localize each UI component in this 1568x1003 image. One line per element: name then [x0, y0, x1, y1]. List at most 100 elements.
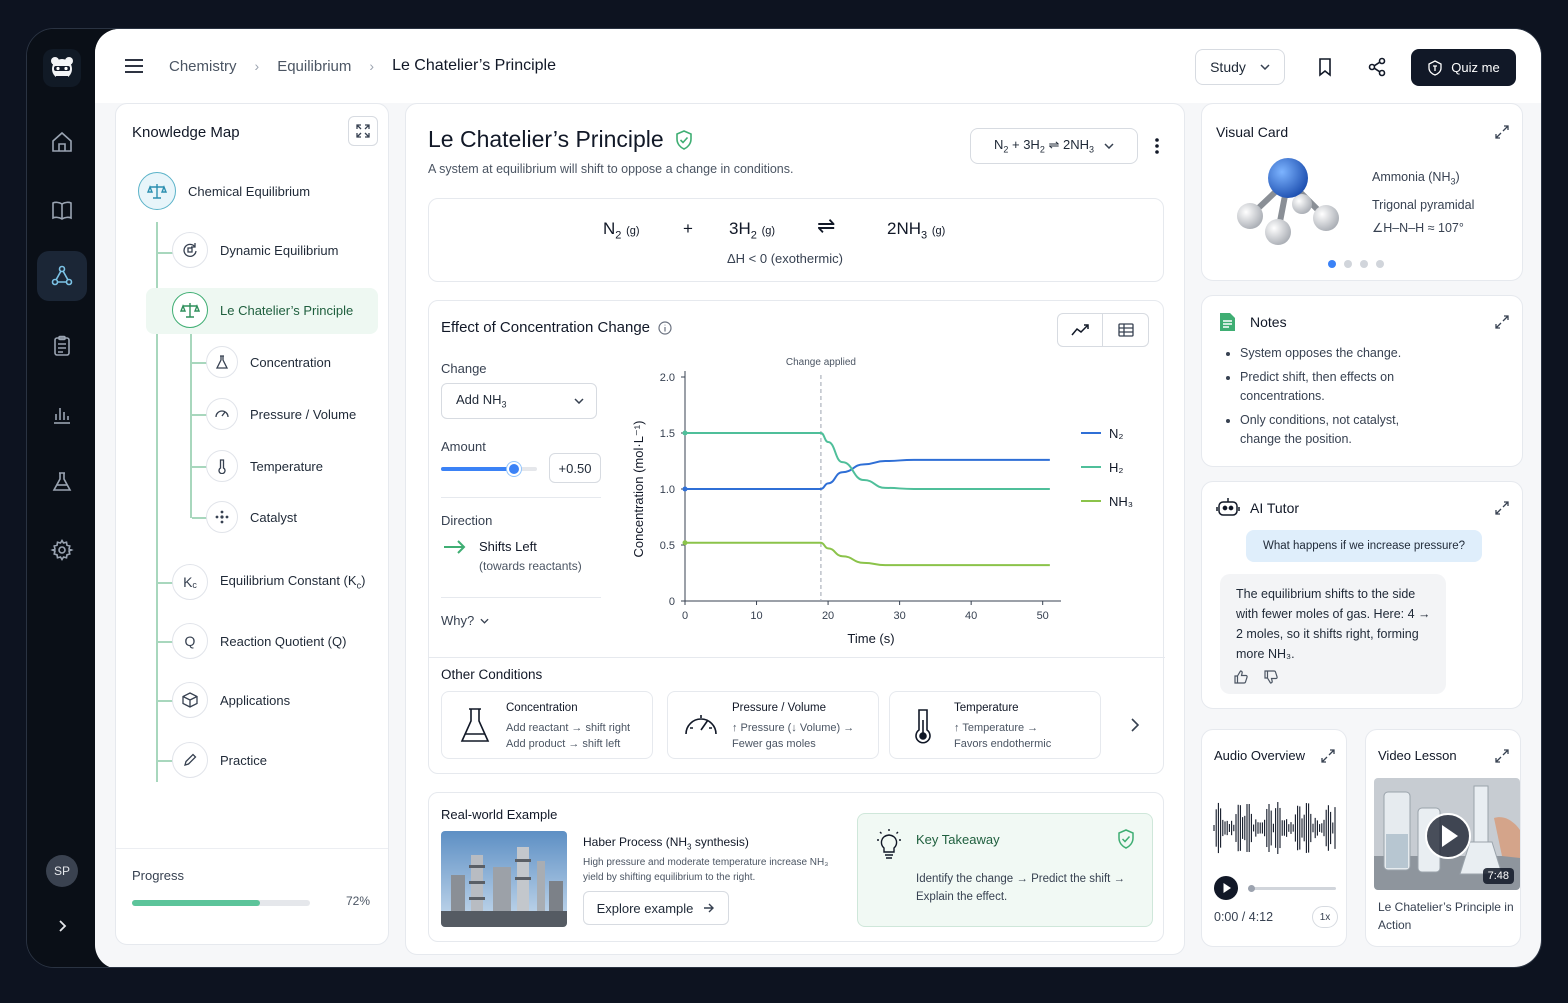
- flask-icon[interactable]: [37, 457, 87, 507]
- bar-chart-icon[interactable]: [37, 389, 87, 439]
- thumbs-up-icon[interactable]: [1234, 670, 1248, 684]
- carousel-dot[interactable]: [1328, 260, 1336, 268]
- chevron-down-icon: [480, 618, 489, 624]
- ai-message-text: The equilibrium shifts to the side with …: [1236, 587, 1431, 661]
- bookmark-icon[interactable]: [1315, 57, 1335, 77]
- breadcrumb-equilibrium[interactable]: Equilibrium: [277, 58, 351, 75]
- quiz-me-button[interactable]: Quiz me: [1411, 49, 1516, 86]
- table-view-icon[interactable]: [1103, 314, 1148, 346]
- km-node-catalyst[interactable]: Catalyst: [206, 501, 297, 533]
- more-options-icon[interactable]: [1154, 136, 1160, 156]
- clipboard-icon[interactable]: [37, 321, 87, 371]
- key-takeaway-card: Key Takeaway Identify the change → Predi…: [857, 813, 1153, 927]
- why-toggle[interactable]: Why?: [441, 613, 489, 628]
- top-header: Chemistry › Equilibrium › Le Chatelier’s…: [95, 29, 1541, 103]
- km-node-equilibrium-constant[interactable]: Kc Equilibrium Constant (Kc): [172, 564, 365, 600]
- km-node-reaction-quotient[interactable]: Q Reaction Quotient (Q): [172, 623, 346, 659]
- product-nh3: 2NH3 (g): [887, 219, 946, 242]
- condition-card-title: Concentration: [506, 702, 578, 714]
- condition-card-line: ↑ Pressure (↓ Volume) →: [732, 722, 855, 734]
- chevron-right-icon: ›: [369, 58, 375, 74]
- carousel-dot[interactable]: [1344, 260, 1352, 268]
- user-avatar[interactable]: SP: [46, 855, 78, 887]
- carousel-dot[interactable]: [1376, 260, 1384, 268]
- condition-card-title: Temperature: [954, 702, 1019, 714]
- km-node-applications[interactable]: Applications: [172, 682, 290, 718]
- lesson-title: Le Chatelier’s Principle: [428, 126, 694, 153]
- km-node-chemical-equilibrium[interactable]: Chemical Equilibrium: [138, 172, 310, 210]
- audio-progress-track[interactable]: [1248, 885, 1336, 892]
- km-node-dynamic-equilibrium[interactable]: Dynamic Equilibrium: [172, 232, 338, 268]
- explore-example-label: Explore example: [596, 900, 694, 916]
- lightbulb-icon: [877, 829, 901, 859]
- share-icon[interactable]: [1367, 57, 1387, 77]
- condition-card-pressure[interactable]: Pressure / Volume ↑ Pressure (↓ Volume) …: [667, 691, 879, 759]
- expand-icon[interactable]: [1494, 124, 1510, 140]
- nav-rail: SP: [27, 29, 95, 967]
- divider: [429, 657, 1165, 658]
- km-node-label: Practice: [220, 752, 267, 768]
- molecule-info: Ammonia (NH3) Trigonal pyramidal ∠H–N–H …: [1372, 166, 1474, 240]
- app-logo-icon[interactable]: [43, 49, 81, 87]
- balance-scale-icon: [138, 172, 176, 210]
- condition-card-concentration[interactable]: Concentration Add reactant → shift right…: [441, 691, 653, 759]
- robot-icon: [1216, 498, 1240, 516]
- menu-hamburger-icon[interactable]: [123, 57, 145, 75]
- km-node-practice[interactable]: Practice: [172, 742, 267, 778]
- gauge-icon: [206, 398, 238, 430]
- real-world-example-panel: Real-world Example Haber Process (NH3 sy…: [428, 792, 1164, 942]
- verified-shield-icon: [1118, 829, 1134, 849]
- video-title: Video Lesson: [1378, 748, 1457, 763]
- settings-gear-icon[interactable]: [37, 525, 87, 575]
- enthalpy-note: ΔH < 0 (exothermic): [727, 251, 843, 266]
- series-start-point: [682, 540, 688, 546]
- audio-progress-handle[interactable]: [1248, 885, 1255, 892]
- km-node-label: Equilibrium Constant (Kc): [220, 573, 366, 591]
- change-select[interactable]: Add NH3: [441, 383, 597, 419]
- study-mode-dropdown[interactable]: Study: [1195, 49, 1285, 85]
- carousel-dot[interactable]: [1360, 260, 1368, 268]
- km-node-temperature[interactable]: Temperature: [206, 450, 323, 482]
- chevron-right-icon[interactable]: [1125, 715, 1145, 735]
- km-node-le-chatelier[interactable]: Le Chatelier’s Principle: [172, 292, 353, 328]
- change-applied-label: Change applied: [786, 357, 856, 368]
- home-icon[interactable]: [37, 117, 87, 167]
- breadcrumb-chemistry[interactable]: Chemistry: [169, 58, 237, 75]
- expand-icon[interactable]: [1494, 314, 1510, 330]
- reaction-select[interactable]: N2 + 3H2 ⇌ 2NH3: [970, 128, 1138, 164]
- km-node-pressure-volume[interactable]: Pressure / Volume: [206, 398, 356, 430]
- divider: [441, 597, 601, 598]
- amount-slider-handle[interactable]: [506, 462, 521, 476]
- x-tick-label: 10: [750, 610, 762, 622]
- why-label: Why?: [441, 613, 475, 628]
- explore-example-button[interactable]: Explore example: [583, 891, 729, 925]
- series-line-2: [685, 432, 1050, 490]
- knowledge-map-panel: Knowledge Map Chemical Equilibrium Dynam…: [115, 103, 389, 945]
- example-heading: Haber Process (NH3 synthesis): [583, 835, 749, 852]
- km-node-concentration[interactable]: Concentration: [206, 346, 331, 378]
- playback-speed-button[interactable]: 1x: [1312, 906, 1338, 928]
- line-chart-view-icon[interactable]: [1058, 314, 1104, 346]
- book-icon[interactable]: [37, 185, 87, 235]
- km-node-label: Applications: [220, 692, 291, 708]
- expand-icon[interactable]: [1494, 500, 1510, 516]
- thumbs-down-icon[interactable]: [1264, 670, 1278, 684]
- effect-title: Effect of Concentration Change: [441, 319, 672, 336]
- note-item: Only conditions, not catalyst, change th…: [1240, 411, 1424, 449]
- y-tick-label: 0: [669, 596, 675, 608]
- condition-card-line: Add reactant → shift right: [506, 722, 631, 734]
- play-button-icon[interactable]: [1214, 876, 1238, 900]
- condition-card-temperature[interactable]: Temperature ↑ Temperature → Favors endot…: [889, 691, 1101, 759]
- video-thumbnail[interactable]: 7:48: [1374, 778, 1520, 890]
- expand-icon[interactable]: [1320, 748, 1336, 764]
- expand-icon[interactable]: [1494, 748, 1510, 764]
- expand-rail-chevron-icon[interactable]: [51, 915, 73, 937]
- direction-value: Shifts Left: [479, 539, 537, 554]
- amount-slider[interactable]: [441, 462, 537, 476]
- amount-value-field[interactable]: +0.50: [549, 453, 601, 483]
- condition-card-line: ↑ Temperature →: [954, 722, 1039, 734]
- thermometer-icon: [206, 450, 238, 482]
- fullscreen-expand-icon[interactable]: [348, 116, 378, 146]
- info-icon[interactable]: [658, 320, 672, 335]
- knowledge-graph-icon[interactable]: [37, 251, 87, 301]
